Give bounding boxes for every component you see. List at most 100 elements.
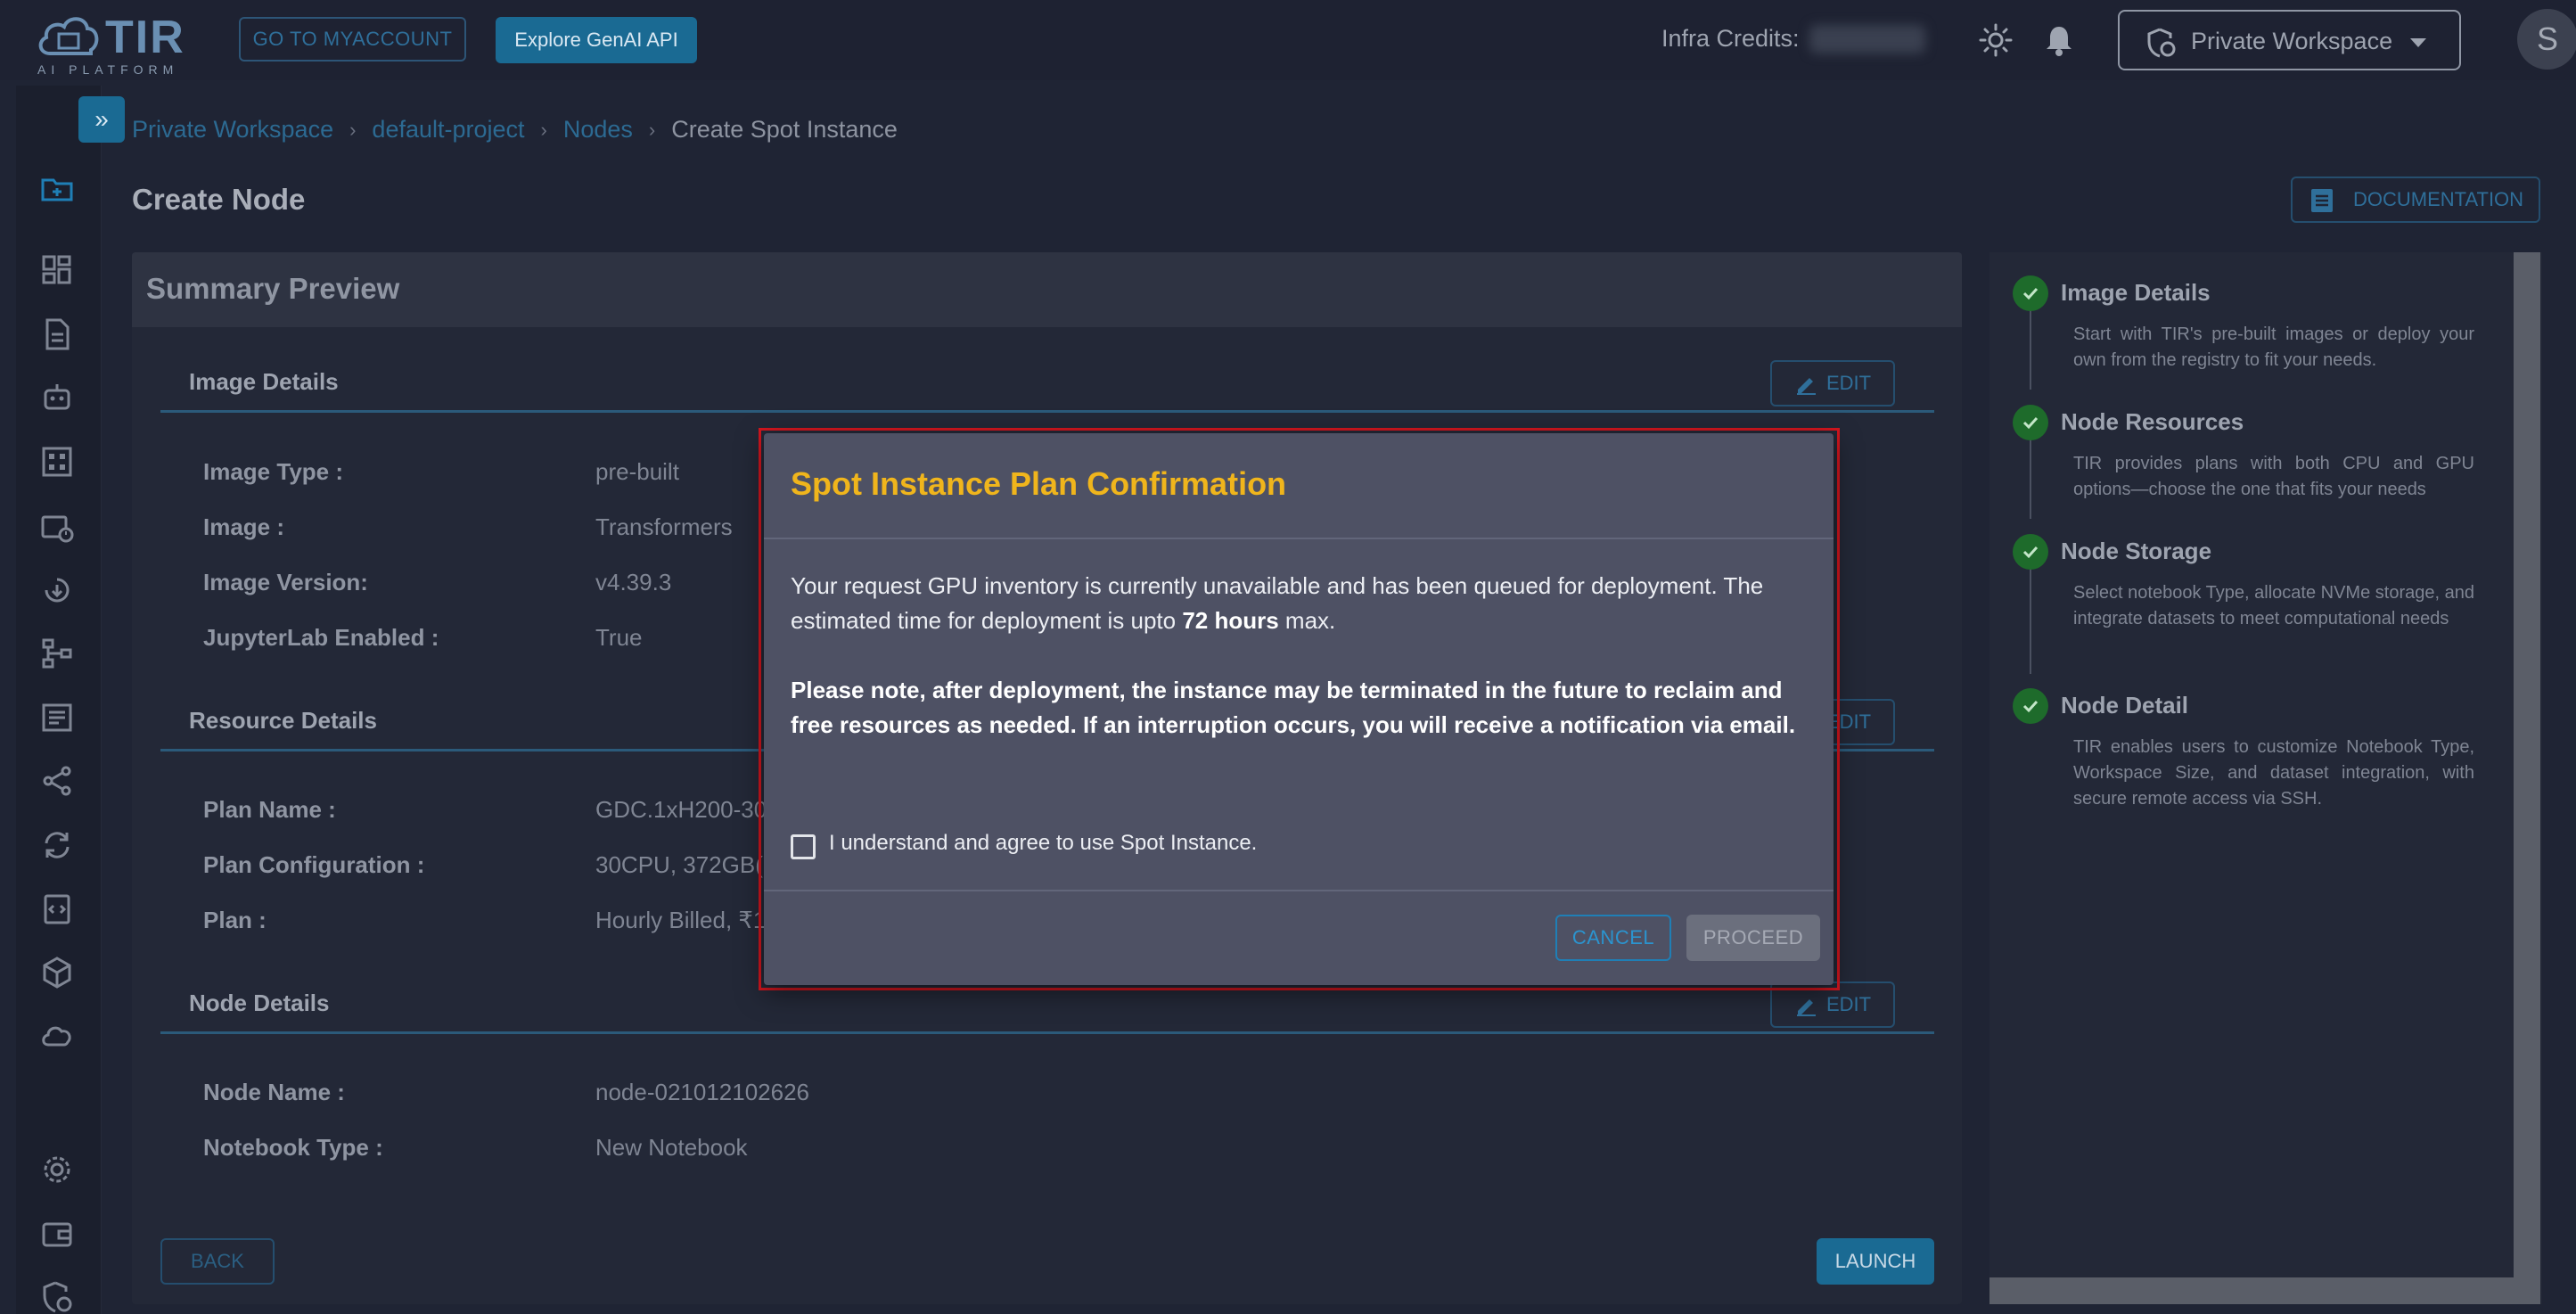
breadcrumb: Private Workspace › default-project › No… <box>132 116 898 144</box>
step-desc-node-resources: TIR provides plans with both CPU and GPU… <box>2073 454 2474 499</box>
breadcrumb-separator: › <box>540 118 547 141</box>
sidebar <box>16 86 102 1314</box>
image-type-label: Image Type : <box>203 458 344 485</box>
chevron-down-icon <box>2410 38 2426 47</box>
edit-image-details-button[interactable]: EDIT <box>1770 360 1895 407</box>
step-desc-node-storage: Select notebook Type, allocate NVMe stor… <box>2073 583 2474 628</box>
scheduled-job-icon[interactable] <box>39 508 75 544</box>
dialog-message-suffix: max. <box>1278 607 1336 634</box>
cancel-button[interactable]: CANCEL <box>1555 915 1671 961</box>
dataset-icon[interactable] <box>39 700 75 735</box>
dashboard-icon[interactable] <box>39 252 75 288</box>
infra-credits-value-redacted <box>1809 25 1925 53</box>
resource-details-title: Resource Details <box>189 707 377 734</box>
step-title-node-resources: Node Resources <box>2061 408 2244 435</box>
agree-spot-instance-label[interactable]: I understand and agree to use Spot Insta… <box>829 831 1257 856</box>
jupyterlab-enabled-value: True <box>595 624 643 651</box>
image-details-title: Image Details <box>189 368 339 395</box>
robot-icon[interactable] <box>39 380 75 415</box>
edit-label: EDIT <box>1825 993 1872 1015</box>
step-desc-node-detail: TIR enables users to customize Notebook … <box>2073 737 2474 809</box>
section-divider <box>160 1031 1934 1034</box>
notification-bell-icon[interactable] <box>2043 23 2075 57</box>
dialog-divider <box>764 538 1834 539</box>
dialog-message-duration: 72 hours <box>1182 607 1279 634</box>
logo-subtitle: AI PLATFORM <box>37 62 179 77</box>
workspace-selector-label: Private Workspace <box>2191 28 2393 54</box>
logo-text: TIR <box>105 12 185 63</box>
infra-credits-label: Infra Credits: <box>1661 25 1800 52</box>
plan-name-value: GDC.1xH200-30 <box>595 796 767 823</box>
jupyterlab-enabled-label: JupyterLab Enabled : <box>203 624 439 651</box>
workspace-shield-icon <box>2147 28 2176 58</box>
plan-configuration-value: 30CPU, 372GB( <box>595 851 763 878</box>
node-details-title: Node Details <box>189 990 330 1016</box>
explore-genai-button[interactable]: Explore GenAI API <box>496 17 697 63</box>
sidebar-expand-button[interactable]: » <box>78 96 125 143</box>
wallet-icon[interactable] <box>39 1216 75 1252</box>
breadcrumb-separator: › <box>349 118 357 141</box>
launch-button[interactable]: LAUNCH <box>1817 1238 1934 1285</box>
step-connector <box>2030 552 2031 674</box>
image-version-value: v4.39.3 <box>595 569 672 595</box>
pipeline-icon[interactable] <box>39 636 75 671</box>
horizontal-scrollbar[interactable] <box>1989 1277 2514 1304</box>
sync-icon[interactable] <box>39 827 75 863</box>
user-avatar[interactable]: S <box>2517 9 2576 70</box>
code-clipboard-icon[interactable] <box>39 891 75 926</box>
breadcrumb-private-workspace[interactable]: Private Workspace <box>132 116 333 144</box>
node-name-label: Node Name : <box>203 1079 345 1105</box>
go-to-myaccount-button[interactable]: GO TO MYACCOUNT <box>239 17 466 62</box>
steps-panel: Image Details Start with TIR's pre-built… <box>1989 252 2542 1304</box>
pencil-icon <box>1796 378 1816 395</box>
plan-value: Hourly Billed, ₹1 <box>595 907 767 933</box>
summary-title: Summary Preview <box>146 272 400 305</box>
step-desc-image-details: Start with TIR's pre-built images or dep… <box>2073 324 2474 370</box>
image-type-value: pre-built <box>595 458 679 485</box>
dialog-message: Your request GPU inventory is currently … <box>791 569 1816 638</box>
documentation-button[interactable]: DOCUMENTATION <box>2291 177 2540 223</box>
step-complete-check-icon <box>2013 405 2048 440</box>
cloud-icon[interactable] <box>39 1018 75 1054</box>
vertical-scrollbar[interactable] <box>2514 252 2540 1304</box>
document-icon[interactable] <box>39 316 75 352</box>
step-title-node-storage: Node Storage <box>2061 538 2212 564</box>
grid-apps-icon[interactable] <box>39 444 75 480</box>
notebook-type-value: New Notebook <box>595 1134 748 1161</box>
back-button[interactable]: BACK <box>160 1238 275 1285</box>
image-label: Image : <box>203 513 285 540</box>
edit-label: EDIT <box>1825 372 1872 394</box>
breadcrumb-current: Create Spot Instance <box>671 116 898 143</box>
plan-label: Plan : <box>203 907 267 933</box>
breadcrumb-nodes[interactable]: Nodes <box>563 116 633 144</box>
deploy-icon[interactable] <box>39 572 75 608</box>
cube-icon[interactable] <box>39 955 75 990</box>
folder-icon[interactable] <box>39 171 75 207</box>
plan-name-label: Plan Name : <box>203 796 336 823</box>
pencil-icon <box>1796 999 1816 1016</box>
step-complete-check-icon <box>2013 688 2048 724</box>
step-complete-check-icon <box>2013 534 2048 570</box>
top-bar: TIR AI PLATFORM GO TO MYACCOUNT Explore … <box>0 0 2576 80</box>
shield-settings-icon[interactable] <box>39 1279 75 1314</box>
summary-header: Summary Preview <box>132 252 1962 327</box>
step-title-node-detail: Node Detail <box>2061 692 2189 719</box>
workspace-selector[interactable]: Private Workspace <box>2118 10 2461 70</box>
page-title: Create Node <box>132 183 306 216</box>
spot-instance-confirmation-dialog: Spot Instance Plan Confirmation Your req… <box>764 433 1834 985</box>
step-title-image-details: Image Details <box>2061 279 2211 306</box>
tir-logo[interactable]: TIR AI PLATFORM <box>36 11 196 77</box>
cloud-logo-icon <box>38 17 99 55</box>
breadcrumb-separator: › <box>648 118 656 141</box>
breadcrumb-default-project[interactable]: default-project <box>372 116 524 144</box>
proceed-button[interactable]: PROCEED <box>1686 915 1820 961</box>
settings-gear-icon[interactable] <box>39 1152 75 1187</box>
theme-sun-icon[interactable] <box>1979 23 2013 57</box>
dialog-title: Spot Instance Plan Confirmation <box>791 465 1287 502</box>
documentation-icon <box>2311 189 2333 212</box>
plan-configuration-label: Plan Configuration : <box>203 851 425 878</box>
section-divider <box>160 410 1934 413</box>
agree-spot-instance-checkbox[interactable] <box>791 834 816 859</box>
image-value: Transformers <box>595 513 733 540</box>
network-icon[interactable] <box>39 763 75 799</box>
